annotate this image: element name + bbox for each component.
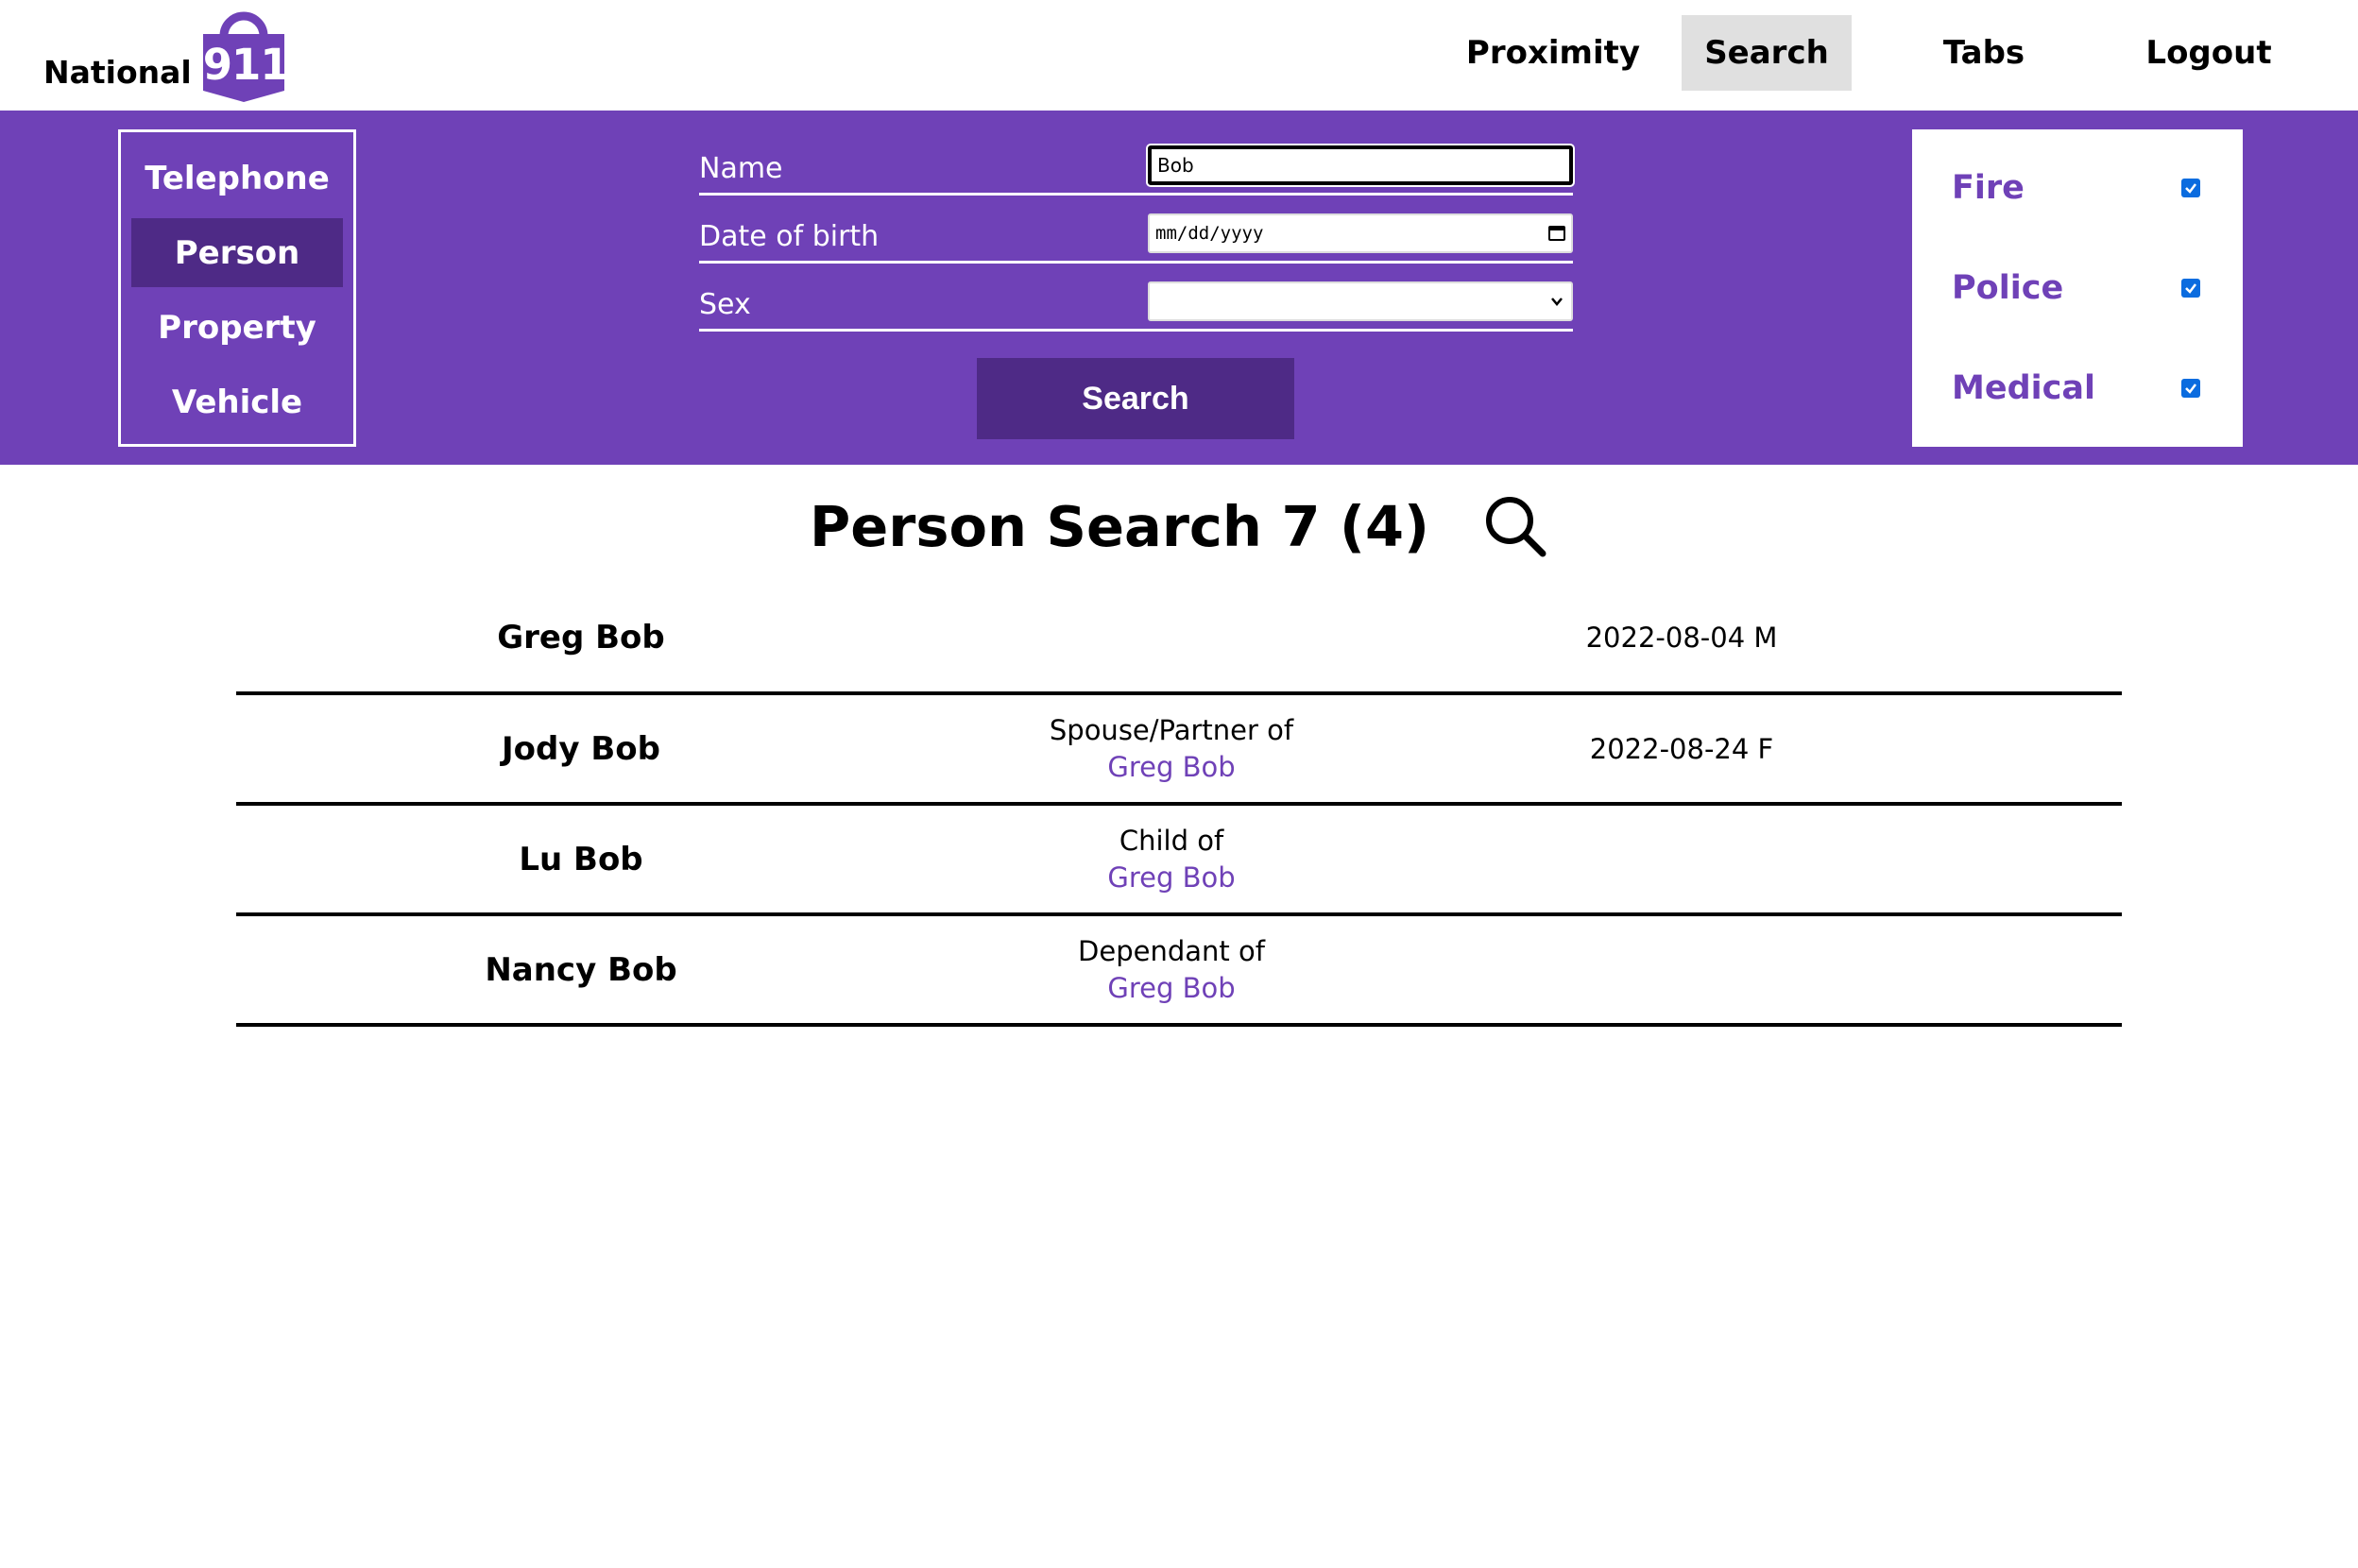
- name-input[interactable]: Bob: [1146, 144, 1575, 187]
- result-row[interactable]: Greg Bob 2022-08-04 M: [236, 584, 2122, 695]
- filter-fire-checkbox[interactable]: [2181, 179, 2200, 197]
- result-relation: Child of Greg Bob: [926, 806, 1417, 912]
- result-name[interactable]: Greg Bob: [236, 584, 926, 691]
- results-list: Greg Bob 2022-08-04 M Jody Bob Spouse/Pa…: [236, 584, 2122, 1027]
- result-relation: Dependant of Greg Bob: [926, 916, 1417, 1023]
- top-header: National 911 Proximity Search Tabs Logou…: [0, 0, 2358, 111]
- results-header: Person Search 7 (4): [0, 484, 2358, 569]
- nav-proximity[interactable]: Proximity: [1425, 15, 1682, 91]
- calendar-icon[interactable]: [1548, 226, 1565, 241]
- filter-medical: Medical: [1912, 350, 2243, 451]
- search-icon[interactable]: [1482, 493, 1548, 559]
- name-input-value: Bob: [1157, 154, 1194, 177]
- dob-input[interactable]: mm/dd/yyyy: [1148, 213, 1573, 253]
- relation-link[interactable]: Greg Bob: [1107, 860, 1235, 896]
- logo-text: National: [43, 54, 192, 91]
- result-relation: Spouse/Partner of Greg Bob: [926, 695, 1417, 802]
- filter-police-label: Police: [1952, 269, 2064, 307]
- sex-select[interactable]: [1148, 281, 1573, 321]
- relation-link[interactable]: Greg Bob: [1107, 749, 1235, 786]
- relation-text: Child of: [1119, 824, 1224, 857]
- search-type-panel: Telephone Person Property Vehicle: [118, 129, 356, 447]
- check-icon: [2185, 183, 2196, 194]
- agency-filter-panel: Fire Police Medical: [1912, 129, 2243, 447]
- relation-text: Spouse/Partner of: [1049, 713, 1294, 746]
- name-label: Name: [699, 152, 783, 185]
- dob-label: Date of birth: [699, 220, 880, 253]
- nav-search[interactable]: Search: [1682, 15, 1852, 91]
- person-search-form: Name Bob Date of birth mm/dd/yyyy Sex: [699, 144, 1575, 332]
- nav-tabs[interactable]: Tabs: [1852, 15, 2116, 91]
- result-meta: 2022-08-04 M: [1585, 622, 1778, 654]
- result-name[interactable]: Nancy Bob: [236, 916, 926, 1023]
- name-row: Name Bob: [699, 144, 1575, 196]
- result-meta: [1464, 806, 1899, 912]
- search-type-telephone[interactable]: Telephone: [131, 144, 343, 213]
- result-meta: 2022-08-24 F: [1589, 732, 1774, 765]
- dob-placeholder: mm/dd/yyyy: [1155, 223, 1264, 244]
- logo[interactable]: National 911: [43, 8, 290, 102]
- relation-text: Dependant of: [1078, 934, 1265, 967]
- sex-label: Sex: [699, 288, 751, 321]
- search-button[interactable]: Search: [977, 358, 1294, 439]
- filter-fire: Fire: [1912, 150, 2243, 250]
- nav-logout[interactable]: Logout: [2116, 15, 2301, 91]
- result-meta: [1464, 916, 1899, 1023]
- filter-police: Police: [1912, 250, 2243, 350]
- relation-link[interactable]: Greg Bob: [1107, 970, 1235, 1007]
- logo-number: 911: [202, 40, 290, 90]
- result-row[interactable]: Jody Bob Spouse/Partner of Greg Bob 2022…: [236, 695, 2122, 806]
- sex-row: Sex: [699, 264, 1573, 332]
- logo-badge-icon: 911: [202, 11, 290, 102]
- search-type-vehicle[interactable]: Vehicle: [131, 367, 343, 436]
- result-row[interactable]: Lu Bob Child of Greg Bob: [236, 806, 2122, 916]
- result-row[interactable]: Nancy Bob Dependant of Greg Bob: [236, 916, 2122, 1027]
- result-name[interactable]: Lu Bob: [236, 806, 926, 912]
- result-relation: [926, 584, 1417, 691]
- filter-fire-label: Fire: [1952, 169, 2025, 207]
- results-title: Person Search 7 (4): [809, 493, 1430, 559]
- search-type-person[interactable]: Person: [131, 218, 343, 287]
- filter-medical-checkbox[interactable]: [2181, 379, 2200, 398]
- filter-police-checkbox[interactable]: [2181, 279, 2200, 298]
- search-band: Telephone Person Property Vehicle Name B…: [0, 111, 2358, 465]
- check-icon: [2185, 283, 2196, 294]
- check-icon: [2185, 383, 2196, 394]
- chevron-down-icon: [1551, 298, 1563, 306]
- result-name[interactable]: Jody Bob: [236, 695, 926, 802]
- filter-medical-label: Medical: [1952, 369, 2095, 407]
- search-type-property[interactable]: Property: [131, 293, 343, 362]
- dob-row: Date of birth mm/dd/yyyy: [699, 196, 1573, 264]
- main-nav: Proximity Search Tabs Logout: [1425, 15, 2358, 91]
